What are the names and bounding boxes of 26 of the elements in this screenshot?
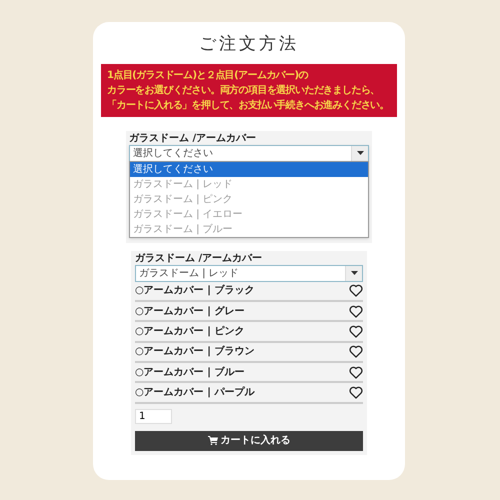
option-label[interactable]: ○アームカバー | グレー bbox=[135, 304, 244, 319]
option-label[interactable]: ○アームカバー | パープル bbox=[135, 385, 254, 400]
heart-icon[interactable] bbox=[349, 304, 363, 318]
heart-icon[interactable] bbox=[349, 324, 363, 338]
dropdown-select[interactable]: 選択してください bbox=[129, 144, 369, 162]
heart-icon[interactable] bbox=[349, 366, 363, 379]
heart-icon[interactable] bbox=[349, 284, 363, 298]
heart-icon[interactable] bbox=[349, 386, 363, 400]
caret-icon bbox=[350, 271, 358, 275]
notice-text: 「カートに入れる」を押して、お支払い手続きへお進みください。 bbox=[107, 98, 390, 112]
field-label: ガラスドーム /アームカバー bbox=[135, 252, 264, 264]
option-label[interactable]: ○アームカバー | ブラック bbox=[135, 283, 254, 298]
quantity-field[interactable]: 1 bbox=[135, 408, 172, 424]
dropdown-select[interactable]: ガラスドーム | レッド bbox=[135, 264, 363, 282]
option-label[interactable]: ○アームカバー | ブルー bbox=[135, 364, 244, 380]
dropdown-option[interactable]: 選択してください bbox=[130, 162, 368, 176]
caret-icon bbox=[356, 151, 364, 155]
notice-text: 1点目(ガラスドーム)と２点目(アームカバー)の bbox=[107, 68, 310, 82]
add-to-cart-button[interactable]: カートに入れる bbox=[135, 430, 363, 451]
option-label[interactable]: ○アームカバー | ピンク bbox=[135, 324, 244, 339]
page-title: ご注文方法 bbox=[199, 33, 299, 56]
heart-icon[interactable] bbox=[349, 345, 363, 358]
option-label[interactable]: ○アームカバー | ブラウン bbox=[135, 344, 254, 360]
cart-icon bbox=[208, 436, 218, 446]
notice-text: カラーをお選びください。両方の項目を選択いただきましたら、 bbox=[107, 84, 381, 96]
field-label: ガラスドーム /アームカバー bbox=[129, 132, 258, 144]
